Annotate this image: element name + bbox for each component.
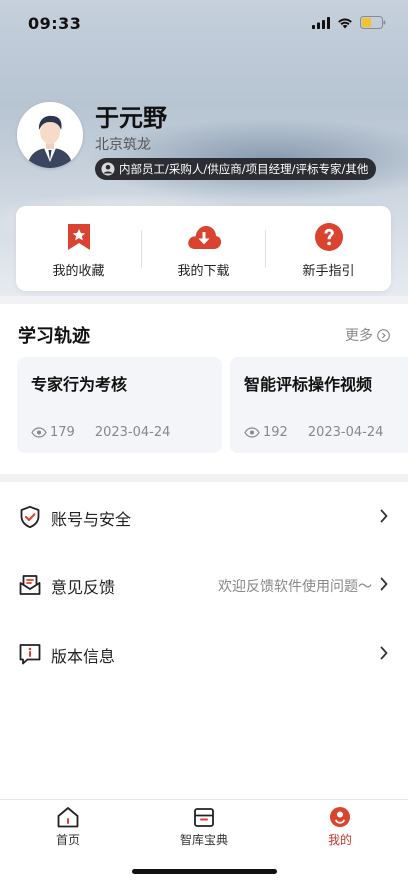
home-indicator — [132, 869, 277, 874]
cloud-download-icon — [187, 226, 221, 249]
role-text: 内部员工/采购人/供应商/项目经理/评标专家/其他 — [119, 162, 369, 176]
tab-knowledge-base[interactable]: 智库宝典 — [154, 806, 254, 848]
tab-home-label: 首页 — [55, 833, 80, 847]
course-title: 专家行为考核 — [31, 375, 128, 394]
more-link[interactable]: 更多 — [345, 325, 390, 345]
tab-mine[interactable]: 我的 — [290, 806, 390, 848]
status-icons — [312, 16, 386, 29]
help-question-icon — [314, 223, 343, 251]
chevron-right-icon — [380, 577, 388, 591]
course-meta: 179 2023-04-24 — [31, 425, 170, 440]
person-icon — [101, 162, 115, 176]
chevron-right-circle-icon — [377, 328, 390, 342]
feedback-row[interactable]: 意见反馈 欢迎反馈软件使用问题～ — [0, 555, 408, 615]
more-label: 更多 — [345, 328, 373, 344]
view-count: 179 — [31, 425, 75, 440]
learning-track-title: 学习轨迹 — [18, 326, 90, 347]
course-title: 智能评标操作视频 — [244, 375, 373, 394]
chevron-right-icon — [380, 509, 388, 523]
profile-icon — [330, 807, 350, 827]
battery-icon — [360, 16, 386, 29]
account-security-row[interactable]: 账号与安全 — [0, 487, 408, 547]
my-favorites-button[interactable]: 我的收藏 — [16, 206, 141, 291]
my-downloads-button[interactable]: 我的下载 — [141, 206, 266, 291]
feedback-hint: 欢迎反馈软件使用问题～ — [218, 579, 372, 595]
user-company: 北京筑龙 — [95, 137, 151, 153]
quick-actions-card: 我的收藏 我的下载 新手指引 — [16, 206, 391, 291]
my-downloads-label: 我的下载 — [177, 264, 230, 279]
feedback-icon — [19, 575, 41, 595]
course-meta: 192 2023-04-24 — [244, 425, 383, 440]
tab-mine-label: 我的 — [327, 833, 352, 847]
eye-icon — [31, 427, 47, 438]
home-icon — [57, 807, 79, 828]
box-icon — [194, 808, 214, 827]
role-badge: 内部员工/采购人/供应商/项目经理/评标专家/其他 — [95, 158, 377, 180]
status-time: 09:33 — [28, 14, 82, 33]
course-date: 2023-04-24 — [307, 425, 384, 440]
course-date: 2023-04-24 — [94, 425, 171, 440]
view-count-value: 179 — [50, 425, 75, 440]
shield-check-icon — [20, 505, 40, 529]
chevron-right-icon — [380, 646, 388, 660]
version-info-row[interactable]: 版本信息 — [0, 624, 408, 684]
beginner-guide-label: 新手指引 — [302, 264, 355, 279]
account-security-label: 账号与安全 — [51, 510, 132, 529]
tab-knowledge-base-label: 智库宝典 — [179, 833, 228, 847]
my-favorites-label: 我的收藏 — [52, 264, 105, 279]
course-card[interactable]: 专家行为考核 179 2023-04-24 — [17, 357, 222, 453]
section-separator — [0, 296, 408, 304]
user-avatar-illustration — [17, 102, 83, 168]
eye-icon — [244, 427, 260, 438]
signal-icon — [312, 16, 330, 29]
avatar[interactable] — [17, 102, 83, 168]
user-name: 于元野 — [95, 104, 167, 132]
info-message-icon — [19, 644, 41, 665]
version-info-label: 版本信息 — [51, 647, 116, 666]
bookmark-star-icon — [67, 224, 90, 250]
tab-home[interactable]: 首页 — [18, 806, 118, 848]
view-count-value: 192 — [263, 425, 288, 440]
course-card[interactable]: 智能评标操作视频 192 2023-04-24 — [230, 357, 408, 453]
wifi-icon — [338, 18, 352, 28]
view-count: 192 — [244, 425, 288, 440]
section-separator — [0, 474, 408, 482]
beginner-guide-button[interactable]: 新手指引 — [266, 206, 391, 291]
feedback-label: 意见反馈 — [51, 578, 116, 597]
status-bar: 09:33 — [0, 0, 408, 48]
